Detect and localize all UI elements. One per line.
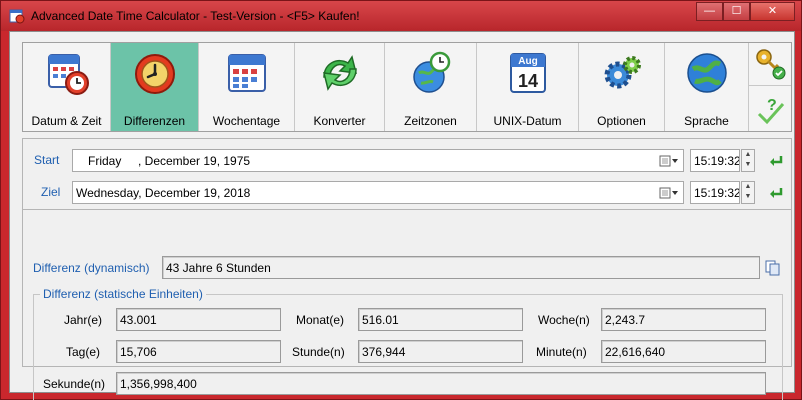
keys-icon <box>756 49 786 80</box>
results-group: Differenz (dynamisch) 43 Jahre 6 Stunden… <box>22 209 792 400</box>
spin-down-icon[interactable]: ▼ <box>742 192 754 202</box>
tab-konverter[interactable]: Konverter <box>295 43 385 131</box>
date-input-group: Start Friday, December 19, 1975 15:19:32… <box>22 138 792 210</box>
dynamic-diff-label: Differenz (dynamisch) <box>33 261 150 275</box>
gears-icon <box>604 56 641 89</box>
window-title: Advanced Date Time Calculator - Test-Ver… <box>31 9 360 23</box>
tab-differenzen[interactable]: Differenzen <box>111 43 199 131</box>
tab-label: Datum & Zeit <box>31 114 102 128</box>
tab-label: Konverter <box>313 114 366 128</box>
tab-optionen[interactable]: Optionen <box>579 43 665 131</box>
minute-value: 22,616,640 <box>601 340 766 363</box>
tab-zeitzonen[interactable]: Zeitzonen <box>385 43 477 131</box>
help-icon: ? <box>757 97 785 124</box>
copy-icon[interactable] <box>765 260 781 276</box>
calendar-date-icon: Aug 14 <box>509 53 546 93</box>
alarm-clock-icon <box>134 54 175 94</box>
minute-label: Minute(n) <box>536 345 587 359</box>
spin-up-icon[interactable]: ▲ <box>742 182 754 192</box>
title-bar[interactable]: Advanced Date Time Calculator - Test-Ver… <box>1 1 801 31</box>
window-controls: — ☐ ✕ <box>696 2 795 21</box>
sekunde-label: Sekunde(n) <box>43 377 106 391</box>
start-weekday[interactable]: Friday <box>76 154 138 168</box>
static-units-legend: Differenz (statische Einheiten) <box>40 287 206 301</box>
dynamic-diff-value: 43 Jahre 6 Stunden <box>162 256 760 279</box>
convert-arrows-icon <box>322 55 357 91</box>
start-label: Start <box>34 153 60 167</box>
tab-wochentage[interactable]: Wochentage <box>199 43 295 131</box>
jahr-value: 43.001 <box>116 308 281 331</box>
sekunde-value: 1,356,998,400 <box>116 372 766 395</box>
globe-clock-icon <box>412 51 450 93</box>
tab-unix-datum[interactable]: Aug 14 UNIX-Datum <box>477 43 579 131</box>
monat-label: Monat(e) <box>296 313 345 327</box>
globe-icon <box>686 53 727 93</box>
svg-text:?: ? <box>767 97 777 114</box>
start-time-field[interactable]: 15:19:32 <box>690 149 740 172</box>
close-button[interactable]: ✕ <box>750 2 795 21</box>
help-button[interactable]: ? <box>749 87 791 130</box>
tab-label: Optionen <box>597 114 646 128</box>
ziel-time-field[interactable]: 15:19:32 <box>690 181 740 204</box>
app-icon <box>9 9 25 24</box>
license-button[interactable] <box>749 43 791 86</box>
monat-value: 516.01 <box>358 308 523 331</box>
unix-calendar-day: 14 <box>517 71 537 91</box>
ziel-label: Ziel <box>41 185 61 199</box>
main-toolbar: Datum & Zeit Differenzen Wochentage Konv… <box>22 42 792 132</box>
tag-label: Tag(e) <box>66 345 101 359</box>
tab-label: Zeitzonen <box>404 114 457 128</box>
tab-sprache[interactable]: Sprache <box>665 43 749 131</box>
minimize-button[interactable]: — <box>696 2 723 21</box>
ziel-date[interactable]: Wednesday, December 19, 2018 <box>76 186 250 200</box>
start-date-picker[interactable]: Friday, December 19, 1975 <box>72 149 684 172</box>
maximize-button[interactable]: ☐ <box>723 2 750 21</box>
calendar-dropdown-icon <box>659 187 678 198</box>
start-reset-icon[interactable] <box>767 152 785 168</box>
app-window: Advanced Date Time Calculator - Test-Ver… <box>0 0 802 400</box>
tab-datum-zeit[interactable]: Datum & Zeit <box>23 43 111 131</box>
tab-label: Sprache <box>684 114 729 128</box>
client-area: Datum & Zeit Differenzen Wochentage Konv… <box>9 31 795 400</box>
start-time-spinner[interactable]: ▲ ▼ <box>741 149 755 172</box>
calendar-icon <box>227 54 266 92</box>
tag-value: 15,706 <box>116 340 281 363</box>
start-date[interactable]: , December 19, 1975 <box>138 154 250 168</box>
ziel-reset-icon[interactable] <box>767 184 785 200</box>
stunde-label: Stunde(n) <box>292 345 345 359</box>
ziel-time-spinner[interactable]: ▲ ▼ <box>741 181 755 204</box>
unix-calendar-month: Aug <box>518 56 537 67</box>
calendar-dropdown-button[interactable] <box>655 182 683 203</box>
woche-value: 2,243.7 <box>601 308 766 331</box>
spin-up-icon[interactable]: ▲ <box>742 150 754 160</box>
stunde-value: 376,944 <box>358 340 523 363</box>
tab-label: Wochentage <box>212 114 281 128</box>
ziel-date-picker[interactable]: Wednesday, December 19, 2018 <box>72 181 684 204</box>
calendar-dropdown-icon <box>659 155 678 166</box>
tab-label: Differenzen <box>123 114 186 128</box>
calendar-clock-icon <box>47 54 89 95</box>
calendar-dropdown-button[interactable] <box>655 150 683 171</box>
woche-label: Woche(n) <box>538 313 590 327</box>
jahr-label: Jahr(e) <box>64 313 103 327</box>
spin-down-icon[interactable]: ▼ <box>742 160 754 170</box>
tab-label: UNIX-Datum <box>493 114 562 128</box>
static-units-fieldset: Differenz (statische Einheiten) Jahr(e) … <box>33 287 783 400</box>
